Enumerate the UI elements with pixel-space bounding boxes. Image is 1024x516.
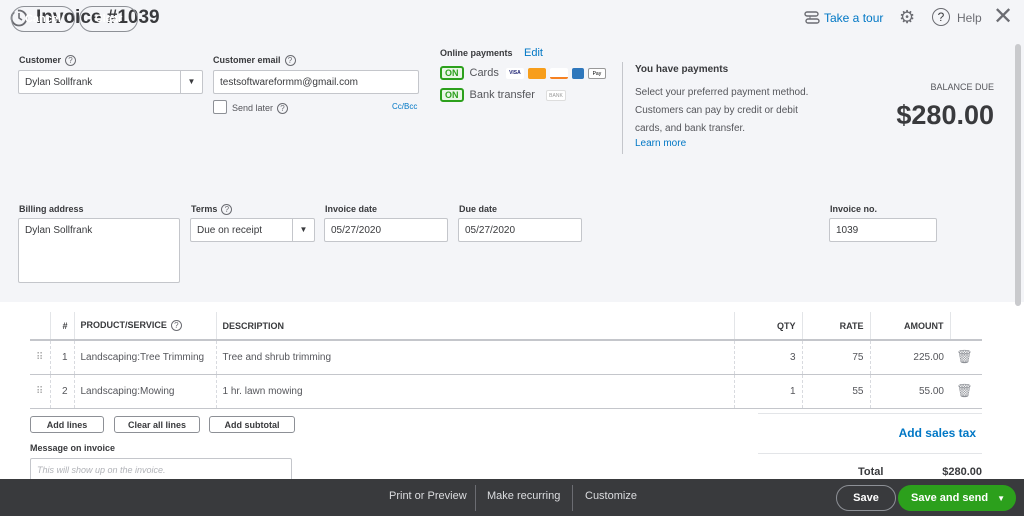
help-link[interactable]: Help [957,11,982,25]
divider [758,413,982,414]
customer-value: Dylan Sollfrank [25,76,93,88]
terms-value: Due on receipt [197,224,263,236]
divider [475,485,476,511]
promo-text: Select your preferred payment method. Cu… [635,87,809,134]
total-amount: $280.00 [942,466,982,478]
col-header-product: PRODUCT/SERVICE? [73,312,216,341]
product-cell[interactable]: Landscaping:Tree Trimming [73,340,216,375]
bank-icon: BANK [545,89,566,101]
cc-bcc-link[interactable]: Cc/Bcc [392,102,417,111]
row-number: 1 [49,340,74,375]
terms-label: Terms? [191,204,233,215]
chevron-down-icon[interactable]: ▼ [180,71,202,93]
total-label: Total [858,466,884,478]
balance-due-label: BALANCE DUE [930,82,994,92]
customer-label: Customer? [19,55,77,66]
help-icon[interactable]: ? [277,103,289,114]
due-date-field[interactable]: 05/27/2020 [458,218,582,242]
help-icon[interactable]: ? [170,320,182,331]
clear-button[interactable]: Clear [79,6,138,32]
trash-icon[interactable]: 🗑 [950,340,982,375]
rate-cell[interactable]: 55 [801,374,870,409]
terms-select[interactable]: Due on receipt ▼ [190,218,315,242]
cancel-button[interactable]: Cancel [11,6,75,32]
billing-label: Billing address [19,204,84,214]
col-header-qty: QTY [733,312,802,341]
make-recurring-link[interactable]: Make recurring [487,490,560,502]
add-subtotal-button[interactable]: Add subtotal [209,416,295,433]
learn-more-link[interactable]: Learn more [635,138,686,149]
bank-toggle[interactable]: ON [440,88,464,102]
product-cell[interactable]: Landscaping:Mowing [73,374,216,409]
rate-cell[interactable]: 75 [801,340,870,375]
apple-pay-icon: Pay [587,67,606,79]
customize-link[interactable]: Customize [585,490,637,502]
edit-payments-link[interactable]: Edit [524,47,543,59]
qty-cell[interactable]: 3 [733,340,802,375]
amount-cell[interactable]: 225.00 [869,340,950,375]
email-field[interactable]: testsoftwareformm@gmail.com [213,70,419,94]
cards-payment-row: ON Cards VISA Pay [440,66,606,80]
email-label: Customer email? [213,55,296,66]
due-date-label: Due date [459,204,498,214]
qty-cell[interactable]: 1 [733,374,802,409]
promo-title: You have payments [635,64,729,75]
col-header-amount: AMOUNT [869,312,950,341]
print-preview-link[interactable]: Print or Preview [389,490,467,502]
drag-handle-icon[interactable]: ⠿ [30,340,50,375]
save-and-send-button[interactable]: Save and send ▼ [898,485,1016,511]
amount-cell[interactable]: 55.00 [869,374,950,409]
add-sales-tax-link[interactable]: Add sales tax [899,426,976,440]
trash-icon[interactable]: 🗑 [950,374,982,409]
row-number: 2 [49,374,74,409]
take-tour-link[interactable]: Take a tour [824,11,883,25]
message-label: Message on invoice [30,443,116,453]
close-icon[interactable]: ✕ [993,2,1013,31]
invoice-date-label: Invoice date [325,204,378,214]
invoice-date-field[interactable]: 05/27/2020 [324,218,448,242]
mastercard-icon [527,67,546,79]
chevron-down-icon[interactable]: ▼ [997,494,1005,503]
signpost-icon[interactable] [804,10,820,26]
col-header-rate: RATE [801,312,870,341]
save-and-send-label: Save and send [911,492,989,504]
online-payments-label: Online payments [440,48,513,58]
divider [758,453,982,454]
add-lines-button[interactable]: Add lines [30,416,104,433]
line-items-table: # PRODUCT/SERVICE? DESCRIPTION QTY RATE … [30,312,982,409]
clear-all-lines-button[interactable]: Clear all lines [114,416,200,433]
amex-icon [571,67,584,79]
help-icon[interactable]: ? [284,55,296,66]
visa-icon: VISA [505,67,524,79]
save-button[interactable]: Save [836,485,896,511]
bank-payment-row: ON Bank transfer BANK [440,88,566,102]
chevron-down-icon[interactable]: ▼ [292,219,314,241]
divider [572,485,573,511]
discover-icon [549,67,568,79]
balance-due-amount: $280.00 [896,100,994,130]
col-header-number: # [49,312,74,341]
help-icon[interactable]: ? [65,55,77,66]
table-row[interactable]: ⠿ 2 Landscaping:Mowing 1 hr. lawn mowing… [30,374,982,409]
invoice-no-field[interactable]: 1039 [829,218,937,242]
description-cell[interactable]: 1 hr. lawn mowing [215,374,734,409]
help-icon[interactable]: ? [221,204,233,215]
help-icon[interactable]: ? [932,8,950,26]
invoice-no-label: Invoice no. [830,204,878,214]
send-later-checkbox[interactable] [213,100,227,114]
drag-handle-icon[interactable]: ⠿ [30,374,50,409]
scrollbar[interactable] [1015,44,1021,306]
billing-address-field[interactable]: Dylan Sollfrank [18,218,180,283]
table-row[interactable]: ⠿ 1 Landscaping:Tree Trimming Tree and s… [30,340,982,375]
cards-toggle[interactable]: ON [440,66,464,80]
description-cell[interactable]: Tree and shrub trimming [215,340,734,375]
customer-select[interactable]: Dylan Sollfrank ▼ [18,70,203,94]
gear-icon[interactable]: ⚙ [899,7,915,28]
col-header-description: DESCRIPTION [215,312,734,341]
send-later-label: Send later? [232,103,289,114]
divider [622,62,623,154]
